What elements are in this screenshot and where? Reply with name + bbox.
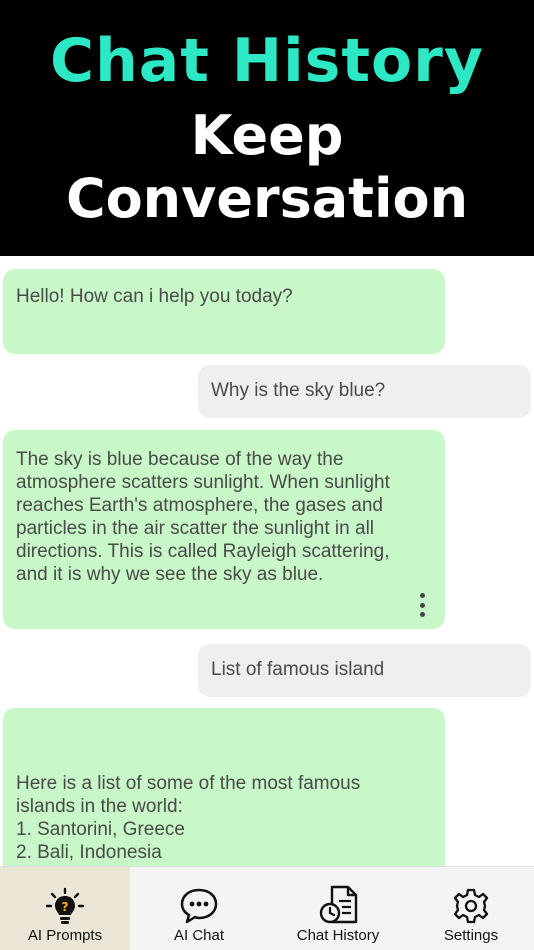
tab-chat-history[interactable]: Chat History (268, 867, 408, 950)
message-text: List of famous island (211, 659, 385, 680)
message-line: Here is a list of some of the most famou… (16, 773, 361, 794)
bottom-tab-bar: ? AI Prompts AI Chat Chat History Settin… (0, 866, 534, 950)
gear-icon (453, 888, 489, 924)
message-line: islands in the world: (16, 796, 183, 817)
chat-bubble-icon (180, 888, 218, 924)
tab-label: AI Prompts (27, 927, 103, 944)
tab-label: Settings (443, 927, 499, 944)
message-text: The sky is blue because of the way the a… (16, 449, 390, 585)
message-line: 1. Santorini, Greece (16, 819, 185, 840)
svg-text:?: ? (62, 900, 69, 914)
history-document-icon (319, 885, 358, 924)
tab-ai-chat[interactable]: AI Chat (130, 867, 268, 950)
bot-message-bubble: The sky is blue because of the way the a… (3, 430, 445, 629)
message-text: Hello! How can i help you today? (16, 286, 293, 307)
promo-banner: Chat History Keep Conversation (0, 0, 534, 256)
banner-subtitle-line-2: Conversation (65, 167, 469, 230)
bot-message-bubble: Hello! How can i help you today? (3, 269, 445, 354)
bot-message-bubble: Here is a list of some of the most famou… (3, 708, 445, 866)
message-line: 2. Bali, Indonesia (16, 842, 162, 863)
tab-label: Chat History (296, 927, 380, 944)
banner-title: Chat History (50, 26, 484, 96)
message-text: Why is the sky blue? (211, 380, 386, 401)
chat-message-list[interactable]: Hello! How can i help you today? Why is … (0, 256, 534, 866)
tab-ai-prompts[interactable]: ? AI Prompts (0, 867, 130, 950)
tab-settings[interactable]: Settings (408, 867, 534, 950)
lightbulb-icon: ? (45, 887, 85, 924)
more-options-icon[interactable] (419, 593, 425, 617)
tab-label: AI Chat (173, 927, 225, 944)
user-message-bubble: List of famous island (198, 644, 531, 697)
banner-subtitle-line-1: Keep (190, 104, 344, 167)
user-message-bubble: Why is the sky blue? (198, 365, 531, 418)
banner-subtitle: Keep Conversation (0, 104, 534, 230)
